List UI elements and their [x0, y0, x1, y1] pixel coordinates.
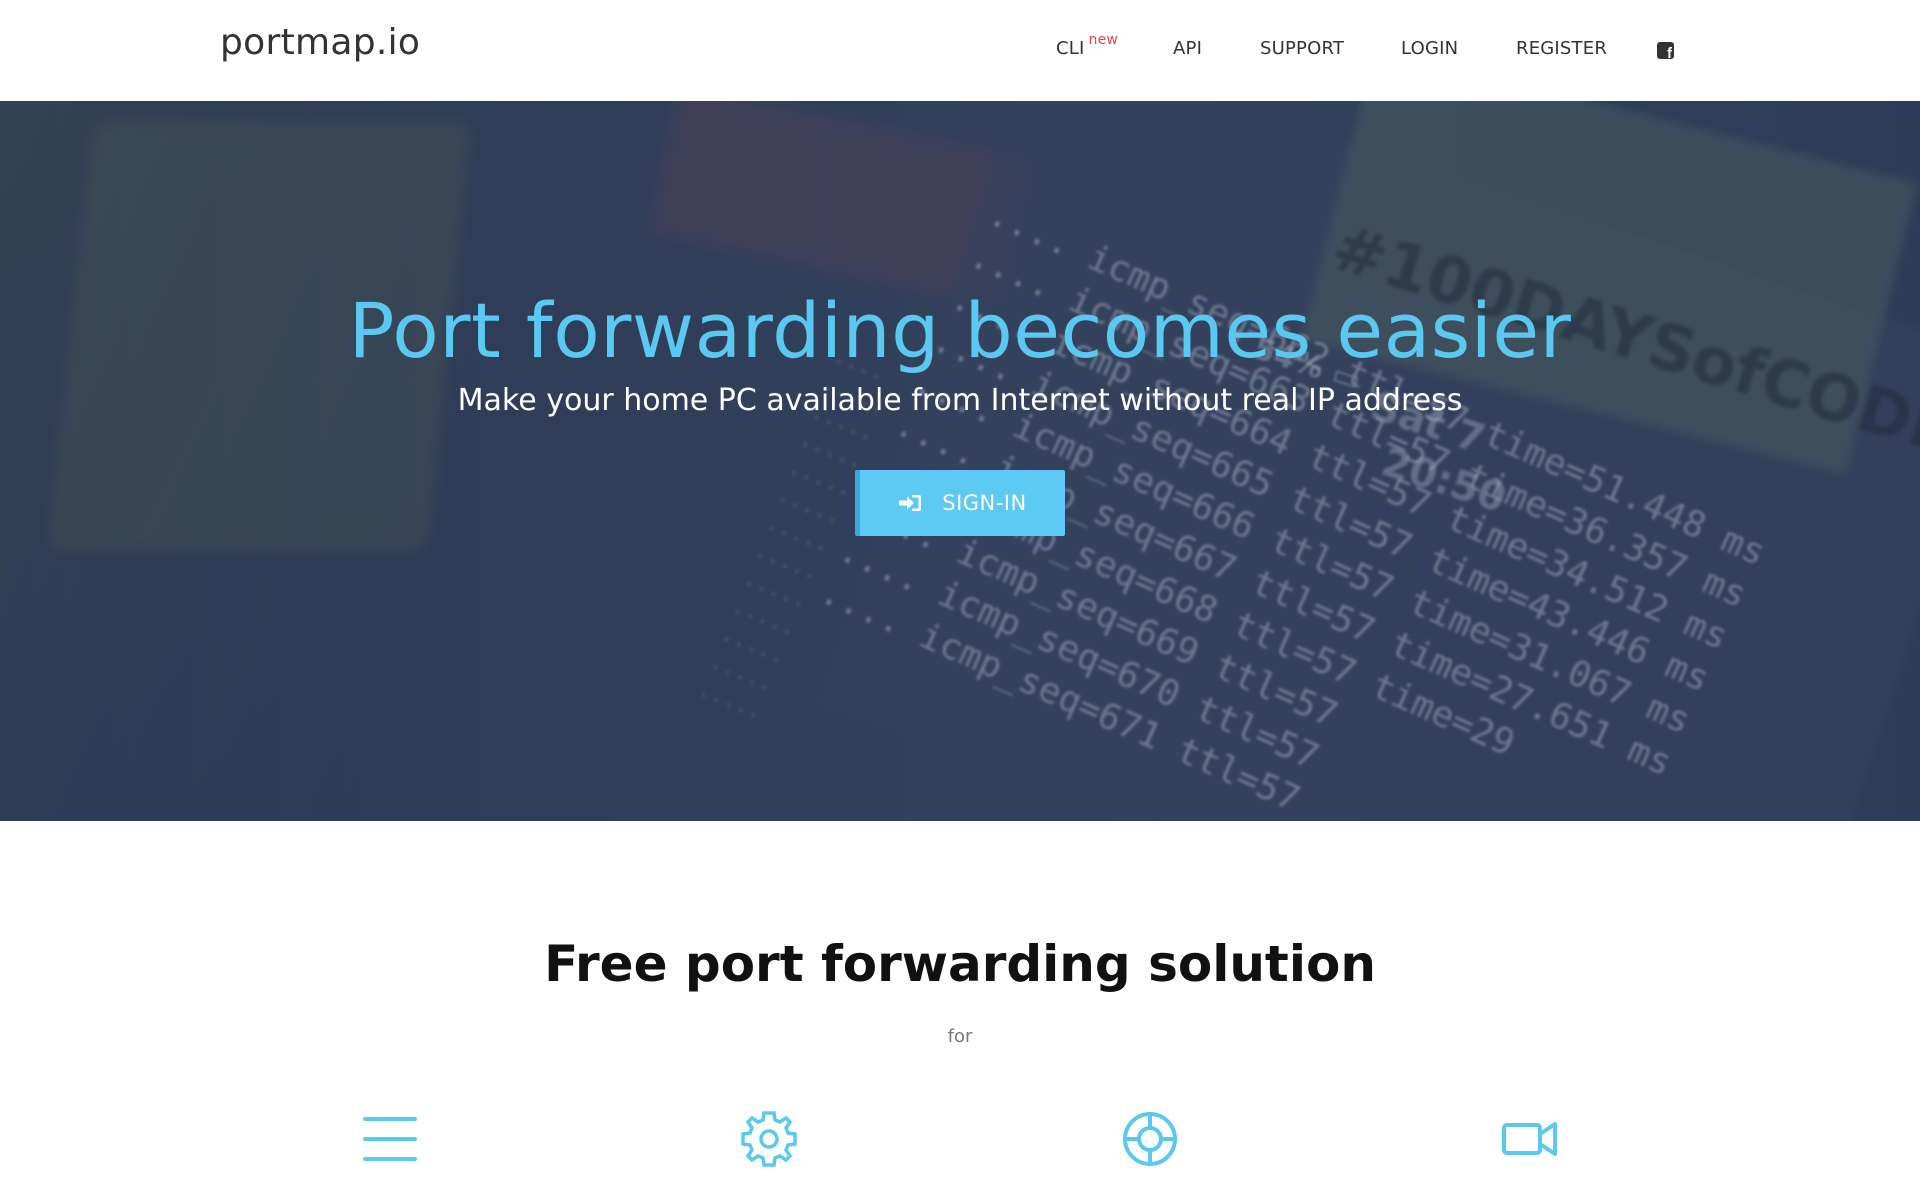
hero-section: #100DAYSofCODE 54% ▭ Sat 7 20:50 .... ..… — [0, 101, 1920, 821]
gear-icon — [740, 1110, 798, 1168]
features-title: Free port forwarding solution — [544, 935, 1376, 993]
lifebuoy-icon — [1121, 1110, 1179, 1168]
hero-title: Port forwarding becomes easier — [348, 286, 1572, 375]
nav-link-login[interactable]: LOGIN — [1401, 38, 1458, 59]
features-subtitle: for — [947, 1026, 973, 1047]
video-camera-icon — [1501, 1110, 1559, 1168]
sign-in-label: SIGN-IN — [942, 491, 1027, 515]
sign-in-icon — [898, 494, 922, 512]
top-navbar: portmap.io CLI new API SUPPORT LOGIN REGI… — [0, 0, 1920, 101]
nav-link-cli-label: CLI — [1056, 38, 1085, 59]
nav-link-register[interactable]: REGISTER — [1516, 38, 1607, 59]
nav-links: CLI new API SUPPORT LOGIN REGISTER — [0, 32, 1920, 68]
facebook-icon[interactable]: f — [1657, 42, 1674, 61]
nav-link-support[interactable]: SUPPORT — [1260, 38, 1344, 59]
nav-link-cli[interactable]: CLI new — [1056, 32, 1118, 59]
nav-link-api[interactable]: API — [1173, 38, 1202, 59]
new-badge: new — [1088, 32, 1119, 48]
hero-subtitle: Make your home PC available from Interne… — [457, 383, 1463, 418]
sign-in-button[interactable]: SIGN-IN — [855, 470, 1065, 536]
menu-icon — [361, 1110, 419, 1168]
